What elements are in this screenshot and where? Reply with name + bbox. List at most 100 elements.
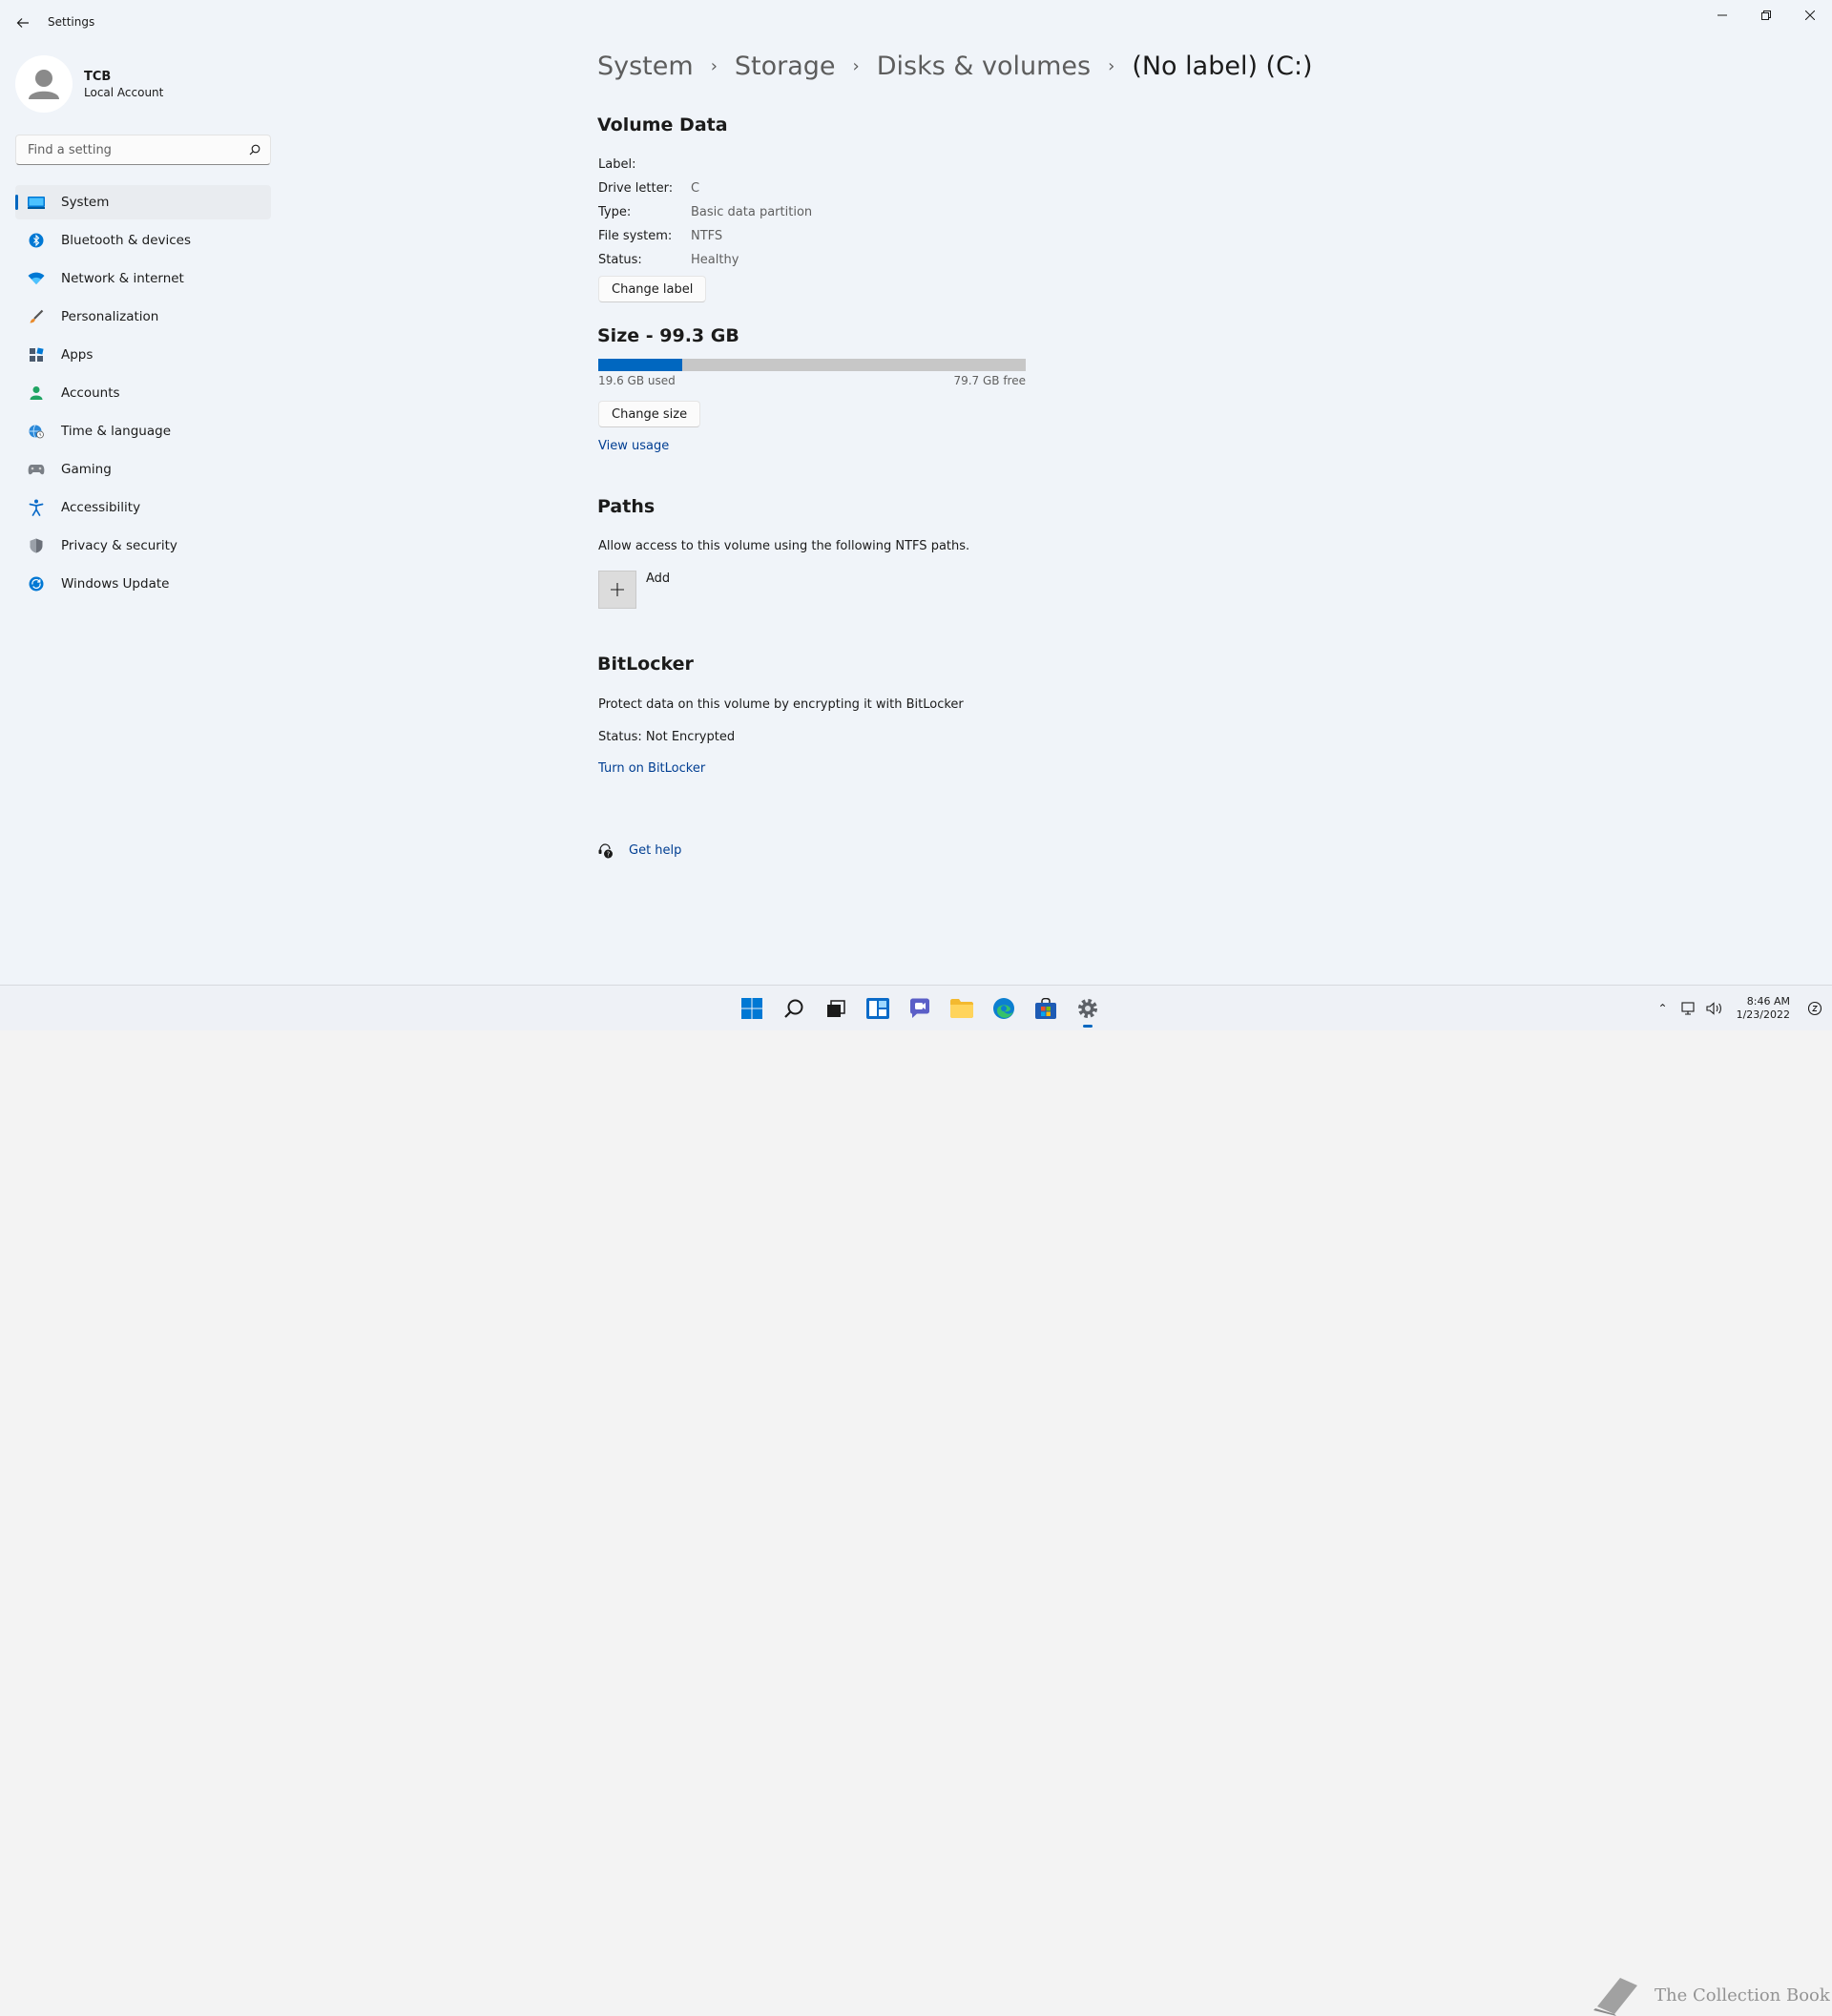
turn-on-bitlocker-link[interactable]: Turn on BitLocker — [598, 761, 705, 776]
network-icon[interactable] — [1681, 1002, 1697, 1015]
shield-icon — [27, 536, 46, 555]
search-icon — [249, 144, 260, 156]
update-icon — [27, 574, 46, 593]
sidebar-item-label: Windows Update — [61, 576, 170, 592]
type-row: Type: Basic data partition — [598, 205, 813, 219]
sidebar-item-label: Bluetooth & devices — [61, 233, 192, 248]
sidebar-item-label: System — [61, 195, 110, 210]
watermark-text: The Collection Book — [1655, 1985, 1830, 2006]
paths-description: Allow access to this volume using the fo… — [598, 539, 970, 553]
windows-logo-icon — [741, 998, 762, 1019]
search-box[interactable] — [15, 135, 271, 165]
chevron-right-icon: › — [852, 56, 860, 76]
restore-button[interactable] — [1744, 0, 1788, 31]
person-icon — [27, 384, 46, 403]
status-row: Status: Healthy — [598, 253, 739, 267]
used-space-label: 19.6 GB used — [598, 374, 676, 387]
storage-usage-fill — [598, 359, 683, 371]
add-path-label[interactable]: Add — [646, 572, 670, 586]
folder-icon — [950, 999, 973, 1018]
view-usage-link[interactable]: View usage — [598, 439, 669, 453]
brush-icon — [27, 307, 46, 326]
sidebar-item-time-language[interactable]: Time & language — [15, 414, 271, 448]
gamepad-icon — [27, 460, 46, 479]
monitor-icon — [27, 193, 46, 212]
page-title: (No label) (C:) — [1132, 52, 1313, 81]
sidebar-nav: System Bluetooth & devices Network & int… — [15, 185, 271, 605]
breadcrumb: System › Storage › Disks & volumes › (No… — [597, 52, 1313, 81]
paths-title: Paths — [597, 496, 656, 517]
store-button[interactable] — [1025, 986, 1067, 1031]
sidebar-item-label: Privacy & security — [61, 538, 177, 553]
free-space-label: 79.7 GB free — [953, 374, 1026, 387]
sidebar-item-apps[interactable]: Apps — [15, 338, 271, 372]
search-input[interactable] — [26, 141, 249, 158]
sidebar-item-personalization[interactable]: Personalization — [15, 300, 271, 334]
file-explorer-button[interactable] — [941, 986, 983, 1031]
breadcrumb-system[interactable]: System — [597, 52, 694, 81]
person-placeholder-icon — [29, 70, 59, 99]
size-title: Size - 99.3 GB — [597, 325, 739, 346]
close-button[interactable] — [1788, 0, 1832, 31]
accessibility-icon — [27, 498, 46, 517]
task-view-button[interactable] — [815, 986, 857, 1031]
search-icon — [784, 999, 803, 1018]
svg-text:?: ? — [607, 851, 611, 859]
avatar — [15, 55, 73, 113]
breadcrumb-storage[interactable]: Storage — [735, 52, 836, 81]
chevron-right-icon: › — [1108, 56, 1115, 76]
add-path-button[interactable] — [598, 571, 636, 609]
sidebar-item-label: Personalization — [61, 309, 159, 324]
minimize-icon — [1718, 14, 1727, 16]
sidebar-item-accessibility[interactable]: Accessibility — [15, 490, 271, 525]
start-button[interactable] — [731, 986, 773, 1031]
widgets-button[interactable] — [857, 986, 899, 1031]
change-size-button[interactable]: Change size — [598, 401, 701, 427]
sidebar-item-network[interactable]: Network & internet — [15, 261, 271, 296]
bluetooth-icon — [27, 231, 46, 250]
change-label-button[interactable]: Change label — [598, 276, 707, 302]
app-title: Settings — [48, 15, 95, 29]
help-icon: ? — [597, 842, 614, 863]
sidebar-item-label: Time & language — [61, 424, 172, 439]
chevron-up-icon[interactable]: ⌃ — [1658, 1002, 1668, 1015]
system-tray: ⌃ 8:46 AM 1/23/2022 — [1658, 986, 1832, 1031]
breadcrumb-disks-volumes[interactable]: Disks & volumes — [877, 52, 1091, 81]
taskbar-clock[interactable]: 8:46 AM 1/23/2022 — [1737, 995, 1790, 1022]
volume-data-title: Volume Data — [597, 114, 728, 135]
close-icon — [1805, 10, 1815, 20]
window-controls — [1700, 0, 1832, 31]
store-icon — [1035, 998, 1056, 1019]
sidebar-item-bluetooth[interactable]: Bluetooth & devices — [15, 223, 271, 258]
minimize-button[interactable] — [1700, 0, 1744, 31]
restore-icon — [1761, 10, 1771, 20]
chevron-right-icon: › — [710, 56, 718, 76]
taskbar-apps — [731, 986, 1109, 1031]
sidebar-item-windows-update[interactable]: Windows Update — [15, 567, 271, 601]
back-button[interactable] — [10, 10, 36, 36]
sidebar-item-system[interactable]: System — [15, 185, 271, 219]
bitlocker-description: Protect data on this volume by encryptin… — [598, 697, 964, 712]
volume-label-row: Label: — [598, 157, 636, 172]
user-profile[interactable]: TCB Local Account — [15, 55, 163, 113]
edge-button[interactable] — [983, 986, 1025, 1031]
taskbar-search-button[interactable] — [773, 986, 815, 1031]
chat-button[interactable] — [899, 986, 941, 1031]
profile-account-type: Local Account — [84, 85, 164, 99]
sidebar-item-label: Apps — [61, 347, 94, 363]
back-arrow-icon — [16, 18, 29, 28]
get-help-link[interactable]: Get help — [629, 843, 681, 858]
edge-icon — [993, 998, 1014, 1019]
sidebar-item-label: Gaming — [61, 462, 112, 477]
wifi-icon — [27, 269, 46, 288]
sidebar-item-gaming[interactable]: Gaming — [15, 452, 271, 487]
widgets-icon — [866, 998, 889, 1019]
apps-icon — [27, 345, 46, 364]
notification-icon[interactable] — [1807, 1001, 1822, 1016]
task-view-icon — [827, 1000, 845, 1017]
settings-app-button[interactable] — [1067, 986, 1109, 1031]
file-system-row: File system: NTFS — [598, 229, 723, 243]
sidebar-item-privacy-security[interactable]: Privacy & security — [15, 529, 271, 563]
sidebar-item-accounts[interactable]: Accounts — [15, 376, 271, 410]
volume-icon[interactable] — [1706, 1002, 1723, 1015]
